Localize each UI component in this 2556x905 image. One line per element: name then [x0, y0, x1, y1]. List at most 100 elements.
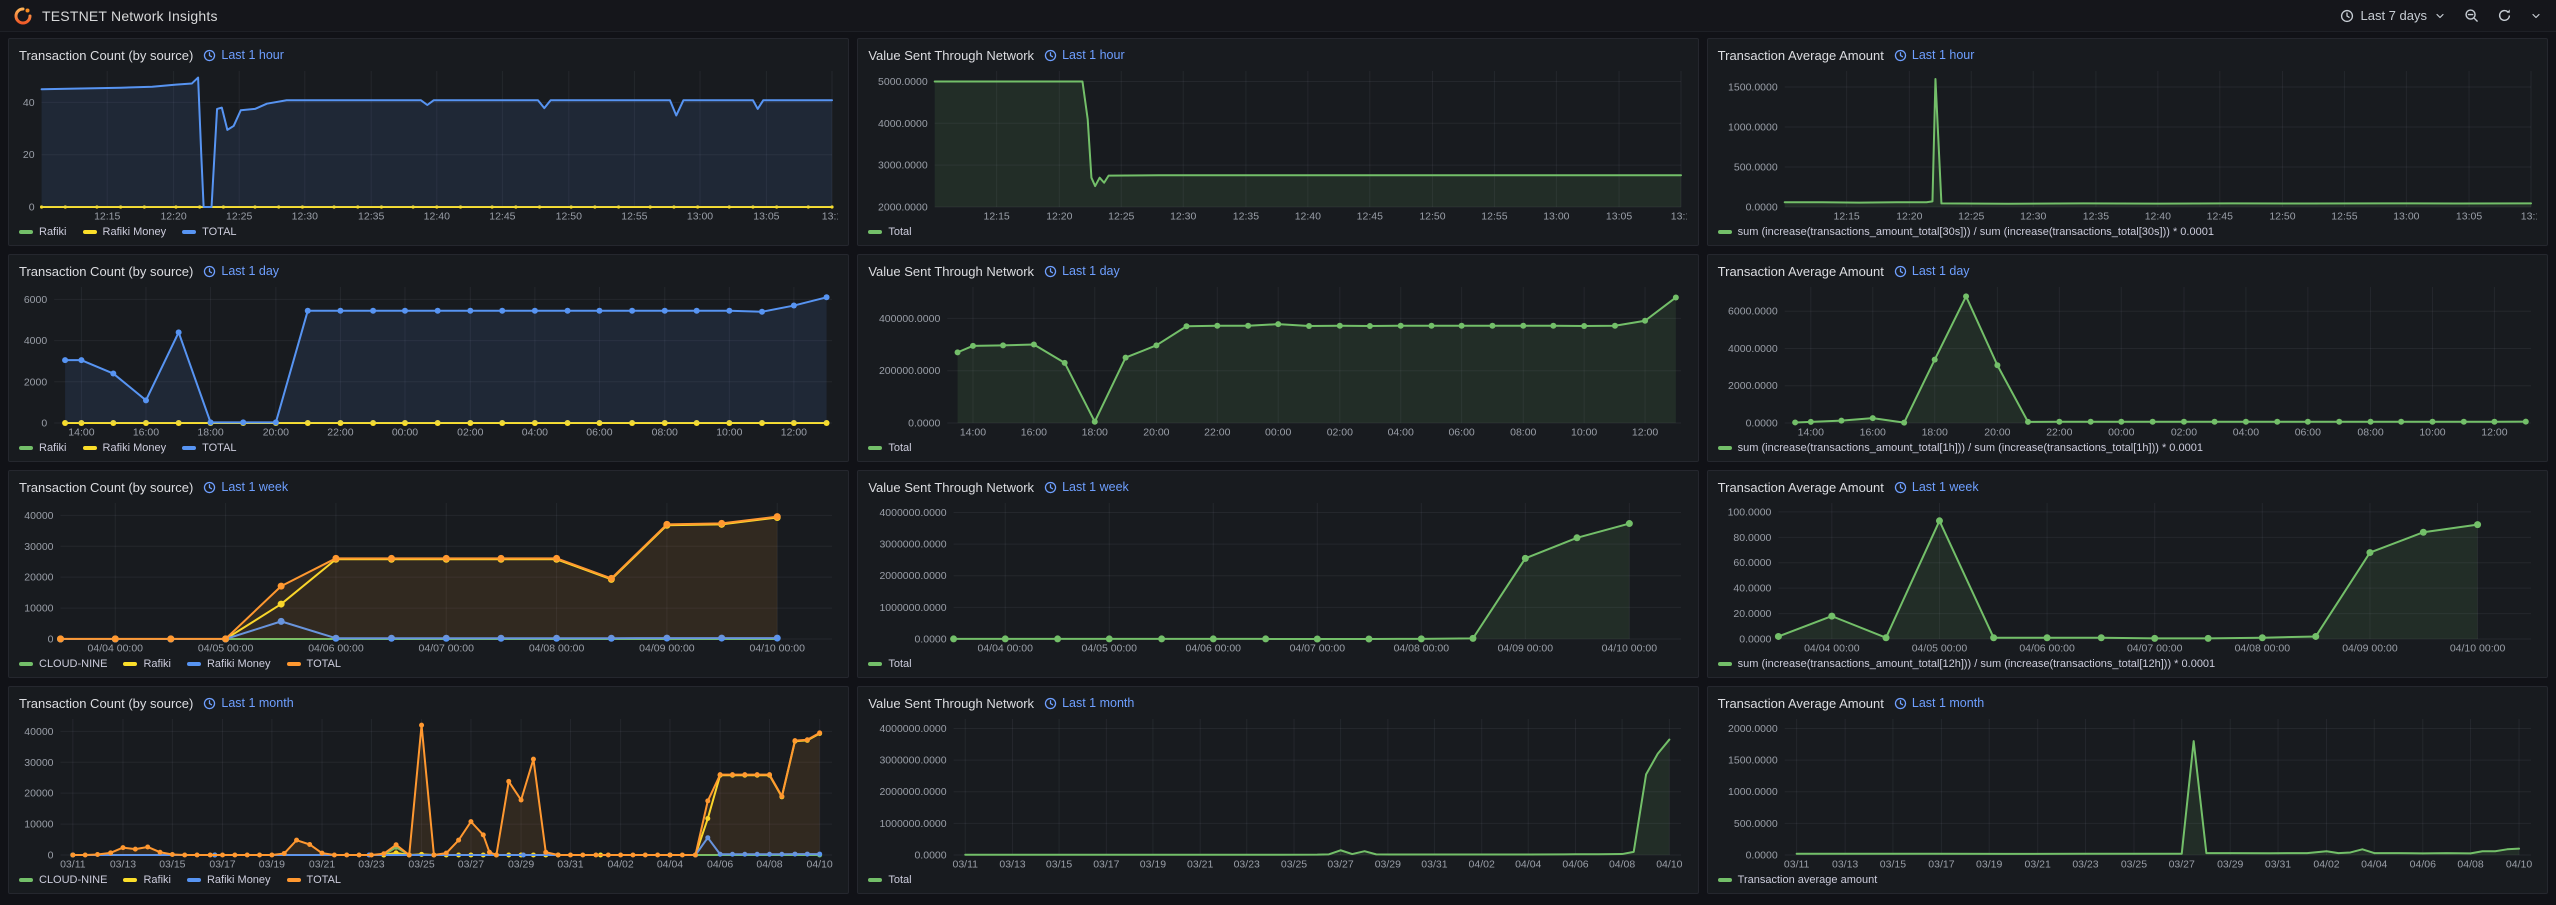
chart-area[interactable]: 03/1103/1303/1503/1703/1903/2103/2303/25…: [19, 714, 838, 871]
svg-text:04/10: 04/10: [807, 859, 833, 871]
legend-item[interactable]: CLOUD-NINE: [19, 658, 107, 670]
legend-item[interactable]: Rafiki: [123, 874, 171, 886]
chart-area[interactable]: 12:1512:2012:2512:3012:3512:4012:4512:50…: [19, 66, 838, 223]
svg-text:2000: 2000: [24, 376, 48, 388]
legend-swatch: [187, 662, 201, 666]
clock-icon: [1044, 49, 1057, 62]
legend-item[interactable]: TOTAL: [287, 658, 341, 670]
panel-time-range-link[interactable]: Last 1 week: [1044, 480, 1129, 494]
chart-area[interactable]: 04/04 00:0004/05 00:0004/06 00:0004/07 0…: [868, 498, 1687, 655]
legend-item[interactable]: CLOUD-NINE: [19, 874, 107, 886]
svg-text:4000000.0000: 4000000.0000: [880, 723, 947, 735]
svg-text:12:55: 12:55: [1482, 211, 1508, 223]
svg-text:16:00: 16:00: [1021, 427, 1047, 439]
panel-header: Transaction Count (by source) Last 1 hou…: [19, 44, 838, 66]
svg-text:04/09 00:00: 04/09 00:00: [2342, 643, 2398, 655]
legend-item[interactable]: Rafiki Money: [187, 874, 271, 886]
chart-area[interactable]: 04/04 00:0004/05 00:0004/06 00:0004/07 0…: [1718, 498, 2537, 655]
svg-text:06:00: 06:00: [586, 427, 612, 439]
zoom-out-button[interactable]: [2464, 8, 2479, 23]
legend-item[interactable]: sum (increase(transactions_amount_total[…: [1718, 442, 2203, 454]
legend-item[interactable]: Rafiki Money: [187, 658, 271, 670]
refresh-interval-dropdown[interactable]: [2530, 10, 2542, 22]
clock-icon: [1894, 697, 1907, 710]
svg-text:0.0000: 0.0000: [915, 850, 947, 862]
panel-time-range-link[interactable]: Last 1 month: [1894, 696, 1984, 710]
panel-time-range-link[interactable]: Last 1 week: [203, 480, 288, 494]
panel-time-range-link[interactable]: Last 1 hour: [1044, 48, 1125, 62]
legend: Total: [868, 655, 1687, 673]
panel-time-range-link[interactable]: Last 1 day: [1044, 264, 1120, 278]
svg-text:04/02: 04/02: [1469, 859, 1495, 871]
chart-area[interactable]: 14:0016:0018:0020:0022:0000:0002:0004:00…: [868, 282, 1687, 439]
legend-label: Transaction average amount: [1738, 874, 1878, 886]
svg-text:06:00: 06:00: [2294, 427, 2320, 439]
legend-item[interactable]: TOTAL: [182, 226, 236, 238]
chart-area[interactable]: 14:0016:0018:0020:0022:0000:0002:0004:00…: [19, 282, 838, 439]
svg-text:04/04 00:00: 04/04 00:00: [88, 643, 144, 655]
legend-item[interactable]: Total: [868, 442, 911, 454]
legend-swatch: [19, 662, 33, 666]
svg-text:12:15: 12:15: [1833, 211, 1859, 223]
legend-item[interactable]: TOTAL: [287, 874, 341, 886]
legend-item[interactable]: Rafiki: [19, 226, 67, 238]
chart-area[interactable]: 03/1103/1303/1503/1703/1903/2103/2303/25…: [868, 714, 1687, 871]
panel-time-range-link[interactable]: Last 1 hour: [1894, 48, 1975, 62]
legend: CLOUD-NINE Rafiki Rafiki Money TOTAL: [19, 871, 838, 889]
legend-item[interactable]: Transaction average amount: [1718, 874, 1878, 886]
legend-item[interactable]: Total: [868, 658, 911, 670]
panel-time-range-link[interactable]: Last 1 hour: [203, 48, 284, 62]
panel-time-range-link[interactable]: Last 1 month: [203, 696, 293, 710]
svg-text:2000000.0000: 2000000.0000: [880, 786, 947, 798]
chart-area[interactable]: 03/1103/1303/1503/1703/1903/2103/2303/25…: [1718, 714, 2537, 871]
panel-time-range-link[interactable]: Last 1 month: [1044, 696, 1134, 710]
panel-time-range-label: Last 1 week: [1912, 480, 1979, 494]
legend-item[interactable]: Total: [868, 874, 911, 886]
legend: Total: [868, 439, 1687, 457]
chart-area[interactable]: 12:1512:2012:2512:3012:3512:4012:4512:50…: [1718, 66, 2537, 223]
panel-value-sent-1h: Value Sent Through Network Last 1 hour 1…: [857, 38, 1698, 246]
panel-header: Value Sent Through Network Last 1 hour: [868, 44, 1687, 66]
legend-item[interactable]: Total: [868, 226, 911, 238]
svg-text:20:00: 20:00: [1144, 427, 1170, 439]
legend-item[interactable]: TOTAL: [182, 442, 236, 454]
legend-item[interactable]: Rafiki Money: [83, 226, 167, 238]
svg-text:2000000.0000: 2000000.0000: [880, 570, 947, 582]
legend-swatch: [123, 878, 137, 882]
panel-time-range-link[interactable]: Last 1 day: [1894, 264, 1970, 278]
grafana-logo[interactable]: [14, 7, 32, 25]
svg-text:14:00: 14:00: [960, 427, 986, 439]
legend-item[interactable]: Rafiki: [19, 442, 67, 454]
svg-text:04:00: 04:00: [2232, 427, 2258, 439]
panel-time-range-link[interactable]: Last 1 day: [203, 264, 279, 278]
time-range-picker[interactable]: Last 7 days: [2340, 8, 2447, 23]
legend-label: Total: [888, 658, 911, 670]
legend-item[interactable]: Rafiki: [123, 658, 171, 670]
panel-title: Transaction Average Amount: [1718, 696, 1884, 711]
svg-text:04/06 00:00: 04/06 00:00: [2019, 643, 2075, 655]
svg-text:12:30: 12:30: [1170, 211, 1196, 223]
legend-item[interactable]: Rafiki Money: [83, 442, 167, 454]
clock-icon: [1044, 265, 1057, 278]
svg-text:03/19: 03/19: [1976, 859, 2002, 871]
chart-area[interactable]: 14:0016:0018:0020:0022:0000:0002:0004:00…: [1718, 282, 2537, 439]
panel-time-range-link[interactable]: Last 1 week: [1894, 480, 1979, 494]
svg-text:12:55: 12:55: [621, 211, 647, 223]
svg-text:04/06: 04/06: [707, 859, 733, 871]
legend-item[interactable]: sum (increase(transactions_amount_total[…: [1718, 658, 2216, 670]
svg-text:13:1: 13:1: [1671, 211, 1687, 223]
legend-label: Rafiki Money: [207, 658, 271, 670]
refresh-button[interactable]: [2497, 8, 2512, 23]
svg-text:5000.0000: 5000.0000: [878, 76, 928, 88]
svg-text:18:00: 18:00: [197, 427, 223, 439]
legend: sum (increase(transactions_amount_total[…: [1718, 223, 2537, 241]
chart-area[interactable]: 12:1512:2012:2512:3012:3512:4012:4512:50…: [868, 66, 1687, 223]
panel-transaction-count-1w: Transaction Count (by source) Last 1 wee…: [8, 470, 849, 678]
legend-swatch: [287, 878, 301, 882]
legend-label: Rafiki Money: [103, 442, 167, 454]
svg-text:03/29: 03/29: [2217, 859, 2243, 871]
legend-item[interactable]: sum (increase(transactions_amount_total[…: [1718, 226, 2214, 238]
legend-label: TOTAL: [307, 874, 341, 886]
chart-area[interactable]: 04/04 00:0004/05 00:0004/06 00:0004/07 0…: [19, 498, 838, 655]
svg-text:08:00: 08:00: [652, 427, 678, 439]
